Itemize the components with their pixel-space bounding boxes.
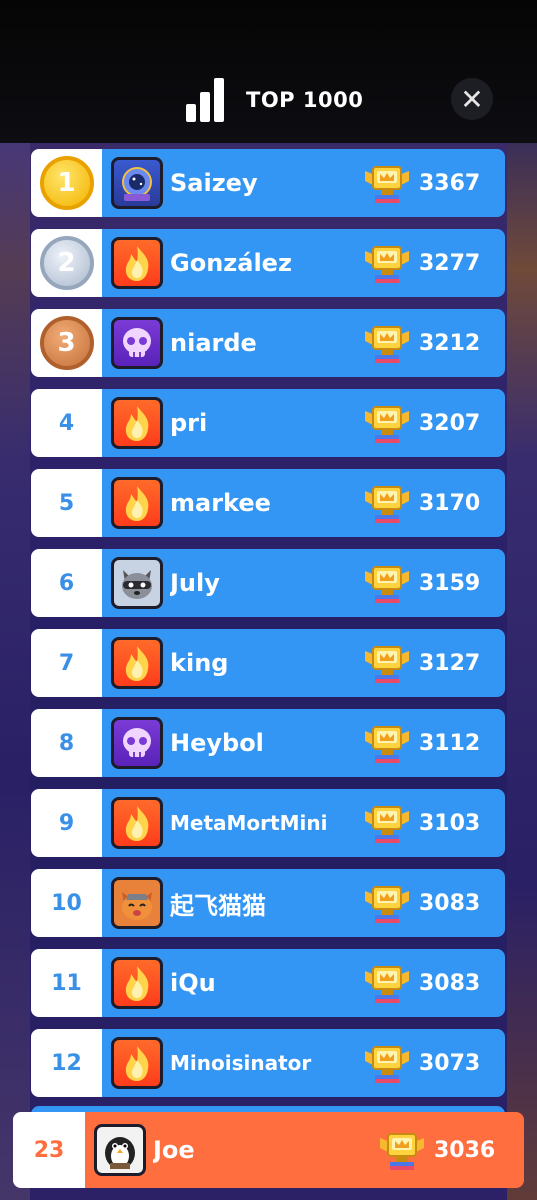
skull-avatar xyxy=(111,317,163,369)
penguin-avatar xyxy=(94,1124,146,1176)
table-row[interactable]: 2 González 3277 xyxy=(31,229,505,297)
fire-avatar xyxy=(111,637,163,689)
raccoon-avatar xyxy=(111,557,163,609)
player-name: king xyxy=(170,649,229,677)
top-bar: TOP 1000 ✕ xyxy=(0,0,537,143)
player-name: González xyxy=(170,249,292,277)
player-name: niarde xyxy=(170,329,257,357)
rank-number: 9 xyxy=(31,789,102,857)
table-row[interactable]: 3 niarde 3212 xyxy=(31,309,505,377)
trophy-icon xyxy=(365,726,409,763)
trophy-icon xyxy=(365,246,409,283)
skull-avatar xyxy=(111,717,163,769)
table-row[interactable]: 9 MetaMortMini 3103 xyxy=(31,789,505,857)
player-score: 3127 xyxy=(419,650,481,676)
trophy-icon xyxy=(365,966,409,1003)
background-blur-left xyxy=(0,143,30,1200)
rank-number: 5 xyxy=(31,469,102,537)
rank-cell: 2 xyxy=(31,229,102,297)
title-area: TOP 1000 xyxy=(186,76,363,124)
player-name: Heybol xyxy=(170,729,264,757)
trophy-icon xyxy=(365,326,409,363)
fire-avatar xyxy=(111,237,163,289)
rank-cell: 3 xyxy=(31,309,102,377)
player-score: 3207 xyxy=(419,410,481,436)
player-name: Joe xyxy=(153,1136,195,1164)
trophy-icon xyxy=(365,566,409,603)
trophy-icon xyxy=(365,806,409,843)
fire-avatar xyxy=(111,1037,163,1089)
player-name: MetaMortMini xyxy=(170,811,328,835)
trophy-icon xyxy=(365,406,409,443)
player-score: 3277 xyxy=(419,250,481,276)
player-score: 3083 xyxy=(419,890,481,916)
trophy-icon xyxy=(365,886,409,923)
table-row[interactable]: 11 iQu 3083 xyxy=(31,949,505,1017)
table-row[interactable]: 5 markee 3170 xyxy=(31,469,505,537)
player-score: 3367 xyxy=(419,170,481,196)
player-score: 3170 xyxy=(419,490,481,516)
wizard-avatar xyxy=(111,157,163,209)
fire-avatar xyxy=(111,957,163,1009)
trophy-icon xyxy=(365,486,409,523)
player-name: Saizey xyxy=(170,169,258,197)
rank-number: 11 xyxy=(31,949,102,1017)
rank-number: 4 xyxy=(31,389,102,457)
player-score: 3212 xyxy=(419,330,481,356)
table-row[interactable]: 12 Minoisinator 3073 xyxy=(31,1029,505,1097)
bronze-medal-icon: 3 xyxy=(39,316,94,370)
rank-number: 7 xyxy=(31,629,102,697)
table-row[interactable]: 10 起飞猫猫 3083 xyxy=(31,869,505,937)
table-row[interactable]: 1 Saizey 3367 xyxy=(31,149,505,217)
silver-medal-icon: 2 xyxy=(39,236,94,290)
player-name: iQu xyxy=(170,969,216,997)
trophy-icon xyxy=(365,1046,409,1083)
rank-number: 12 xyxy=(31,1029,102,1097)
rank-number: 6 xyxy=(31,549,102,617)
rank-number: 23 xyxy=(13,1112,85,1188)
player-name: markee xyxy=(170,489,271,517)
player-name: July xyxy=(170,569,220,597)
player-score: 3103 xyxy=(419,810,481,836)
table-row[interactable]: 6 July 3159 xyxy=(31,549,505,617)
gold-medal-icon: 1 xyxy=(39,156,94,210)
rank-number: 8 xyxy=(31,709,102,777)
player-score: 3073 xyxy=(419,1050,481,1076)
table-row[interactable]: 7 king 3127 xyxy=(31,629,505,697)
page-title: TOP 1000 xyxy=(246,88,364,112)
close-button[interactable]: ✕ xyxy=(451,78,493,120)
leaderboard-icon xyxy=(186,78,224,122)
trophy-icon xyxy=(365,646,409,683)
player-score: 3083 xyxy=(419,970,481,996)
trophy-icon xyxy=(380,1133,424,1170)
player-name: Minoisinator xyxy=(170,1051,312,1075)
player-name: pri xyxy=(170,409,208,437)
fire-avatar xyxy=(111,397,163,449)
player-name: 起飞猫猫 xyxy=(170,891,266,920)
player-score: 3159 xyxy=(419,570,481,596)
rank-number: 10 xyxy=(31,869,102,937)
background-blur-right xyxy=(507,143,537,1200)
table-row[interactable]: 8 Heybol 3112 xyxy=(31,709,505,777)
player-score: 3036 xyxy=(434,1137,496,1163)
fire-avatar xyxy=(111,797,163,849)
current-user-row[interactable]: 23 Joe 3036 xyxy=(13,1112,524,1188)
trophy-icon xyxy=(365,166,409,203)
cat-avatar xyxy=(111,877,163,929)
table-row[interactable]: 4 pri 3207 xyxy=(31,389,505,457)
player-score: 3112 xyxy=(419,730,481,756)
fire-avatar xyxy=(111,477,163,529)
rank-cell: 1 xyxy=(31,149,102,217)
close-icon: ✕ xyxy=(460,82,484,116)
